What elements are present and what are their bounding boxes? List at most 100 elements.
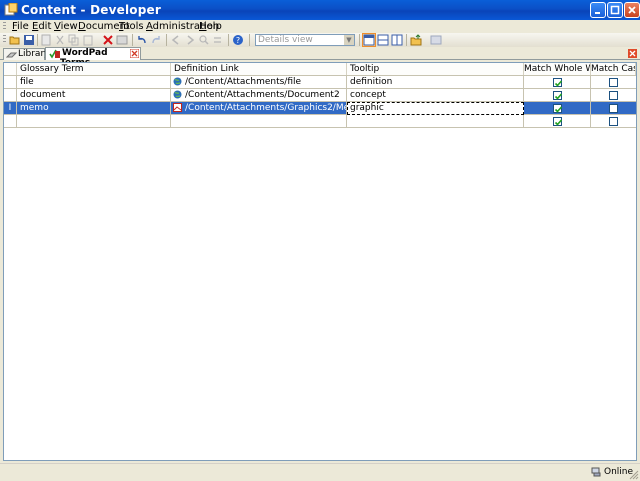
- find-icon: [199, 35, 209, 45]
- match-whole-word-cell: [524, 89, 591, 101]
- toolbar-grip[interactable]: [3, 35, 6, 44]
- match-case-checkbox[interactable]: [609, 77, 618, 87]
- maximize-button[interactable]: [607, 2, 623, 18]
- menu-bar: File Edit View Document Tools Administra…: [0, 20, 640, 33]
- help-button[interactable]: ?: [232, 34, 244, 46]
- tooltip-cell[interactable]: concept: [347, 89, 524, 101]
- close-tab-icon[interactable]: [130, 49, 139, 58]
- replace-button[interactable]: [212, 34, 224, 46]
- match-whole-word-checkbox[interactable]: [552, 103, 562, 113]
- glossary-term-cell[interactable]: memo: [17, 102, 171, 114]
- copy-icon: [68, 34, 79, 46]
- close-all-tabs-icon[interactable]: [628, 49, 637, 58]
- undo-button[interactable]: [136, 34, 148, 46]
- glossary-term-cell[interactable]: file: [17, 76, 171, 88]
- library-icon: [6, 52, 17, 58]
- definition-link-cell[interactable]: /Content/Attachments/Document2: [171, 89, 347, 101]
- checkmark-icon: [554, 92, 562, 100]
- open-folder-icon: [9, 36, 20, 45]
- delete-icon: [103, 35, 113, 45]
- redo-button[interactable]: [150, 34, 162, 46]
- column-header-label: Tooltip: [350, 64, 380, 74]
- properties-icon: [116, 35, 128, 45]
- properties-button[interactable]: [116, 34, 128, 46]
- row-marker[interactable]: [4, 115, 17, 127]
- save-button[interactable]: [23, 34, 35, 46]
- table-row[interactable]: [4, 115, 636, 128]
- back-icon: [171, 35, 179, 45]
- row-marker[interactable]: [4, 76, 17, 88]
- details-view-button[interactable]: [362, 33, 376, 47]
- definition-link-cell[interactable]: /Content/Attachments/Graphics2/Memo.png: [171, 102, 347, 114]
- match-case-checkbox[interactable]: [609, 103, 618, 113]
- menu-help[interactable]: Help: [199, 20, 222, 33]
- paste-icon: [83, 35, 93, 46]
- menu-tools[interactable]: Tools: [119, 20, 144, 33]
- table-row[interactable]: Imemo/Content/Attachments/Graphics2/Memo…: [4, 102, 636, 115]
- globe-icon: [173, 90, 182, 99]
- cut-button[interactable]: [54, 34, 66, 46]
- help-icon: ?: [233, 35, 243, 45]
- row-header-corner: [4, 63, 17, 75]
- forward-button[interactable]: [184, 34, 196, 46]
- column-header-tooltip[interactable]: Tooltip: [347, 63, 524, 75]
- tab-library[interactable]: Library: [3, 48, 49, 60]
- new-icon: [41, 34, 51, 46]
- delete-button[interactable]: [102, 34, 114, 46]
- match-whole-word-checkbox[interactable]: [552, 90, 562, 100]
- tab-wordpad-terms[interactable]: WordPad Terms: [45, 47, 141, 68]
- match-case-checkbox[interactable]: [609, 90, 618, 100]
- menu-edit[interactable]: Edit: [32, 20, 51, 33]
- view-select[interactable]: Details view ▼: [255, 34, 355, 46]
- definition-link-text: /Content/Attachments/Graphics2/Memo.png: [185, 103, 346, 113]
- match-whole-word-checkbox[interactable]: [552, 77, 562, 87]
- refresh-button[interactable]: [430, 34, 442, 46]
- svg-text:?: ?: [236, 36, 240, 45]
- close-icon: [628, 6, 636, 14]
- tooltip-cell[interactable]: definition: [347, 76, 524, 88]
- glossary-grid[interactable]: Glossary Term⁄ Definition Link Tooltip M…: [3, 62, 637, 461]
- definition-link-text: /Content/Attachments/file: [185, 77, 302, 87]
- list-view-button[interactable]: [377, 34, 389, 46]
- details-view-icon: [363, 34, 375, 46]
- close-button[interactable]: [624, 2, 640, 18]
- checkmark-icon: [554, 105, 562, 113]
- table-row[interactable]: document/Content/Attachments/Document2 co…: [4, 89, 636, 102]
- resize-grip[interactable]: [629, 470, 639, 480]
- column-header-match-case[interactable]: Match Case: [591, 63, 636, 75]
- find-button[interactable]: [198, 34, 210, 46]
- column-header-glossary-term[interactable]: Glossary Term⁄: [17, 63, 171, 75]
- new-button[interactable]: [40, 34, 52, 46]
- checkmark-icon: [554, 79, 562, 87]
- online-icon: [591, 467, 601, 477]
- minimize-button[interactable]: [590, 2, 606, 18]
- menu-grip[interactable]: [3, 22, 6, 31]
- match-case-checkbox[interactable]: [609, 116, 618, 126]
- column-header-match-whole-word[interactable]: Match Whole Word: [524, 63, 591, 75]
- tooltip-cell[interactable]: [347, 115, 524, 127]
- definition-link-cell[interactable]: /Content/Attachments/file: [171, 76, 347, 88]
- folder-up-button[interactable]: [410, 34, 422, 46]
- tooltip-edit-field[interactable]: graphic: [347, 102, 524, 115]
- row-marker[interactable]: [4, 89, 17, 101]
- view-select-value: Details view: [258, 35, 313, 45]
- menu-view[interactable]: View: [54, 20, 78, 33]
- chevron-down-icon[interactable]: ▼: [344, 35, 354, 45]
- table-row[interactable]: file/Content/Attachments/file definition: [4, 76, 636, 89]
- app-icon: [4, 3, 18, 16]
- columns-view-button[interactable]: [391, 34, 403, 46]
- column-header-definition-link[interactable]: Definition Link: [171, 63, 347, 75]
- match-whole-word-checkbox[interactable]: [552, 116, 562, 126]
- open-button[interactable]: [9, 34, 21, 46]
- paste-button[interactable]: [82, 34, 94, 46]
- menu-file[interactable]: File: [12, 20, 29, 33]
- forward-icon: [187, 35, 195, 45]
- save-icon: [24, 35, 34, 45]
- back-button[interactable]: [170, 34, 182, 46]
- glossary-term-cell[interactable]: document: [17, 89, 171, 101]
- undo-icon: [138, 36, 146, 44]
- copy-button[interactable]: [68, 34, 80, 46]
- row-marker[interactable]: I: [4, 102, 17, 114]
- glossary-term-cell[interactable]: [17, 115, 171, 127]
- definition-link-cell[interactable]: [171, 115, 347, 127]
